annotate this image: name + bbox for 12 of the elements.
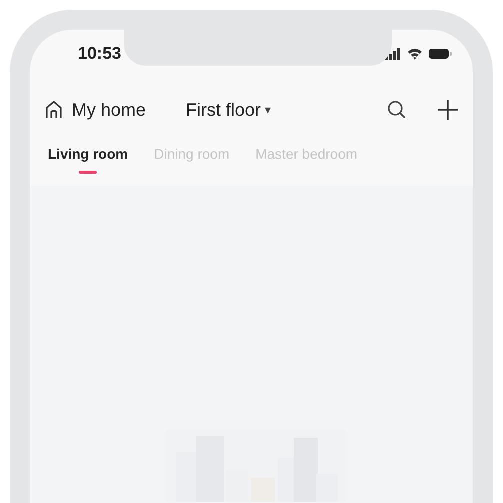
floor-selector[interactable]: First floor ▾ [186,100,272,120]
battery-icon [429,48,453,60]
room-tab[interactable]: Living room [48,146,128,176]
add-button[interactable] [437,99,459,121]
plus-icon [437,99,459,121]
search-icon [387,100,407,120]
wifi-icon [407,48,423,60]
home-icon [44,100,64,120]
search-button[interactable] [387,100,407,120]
signal-icon [385,48,401,60]
status-time: 10:53 [78,44,122,64]
home-selector[interactable]: My home [44,100,146,120]
